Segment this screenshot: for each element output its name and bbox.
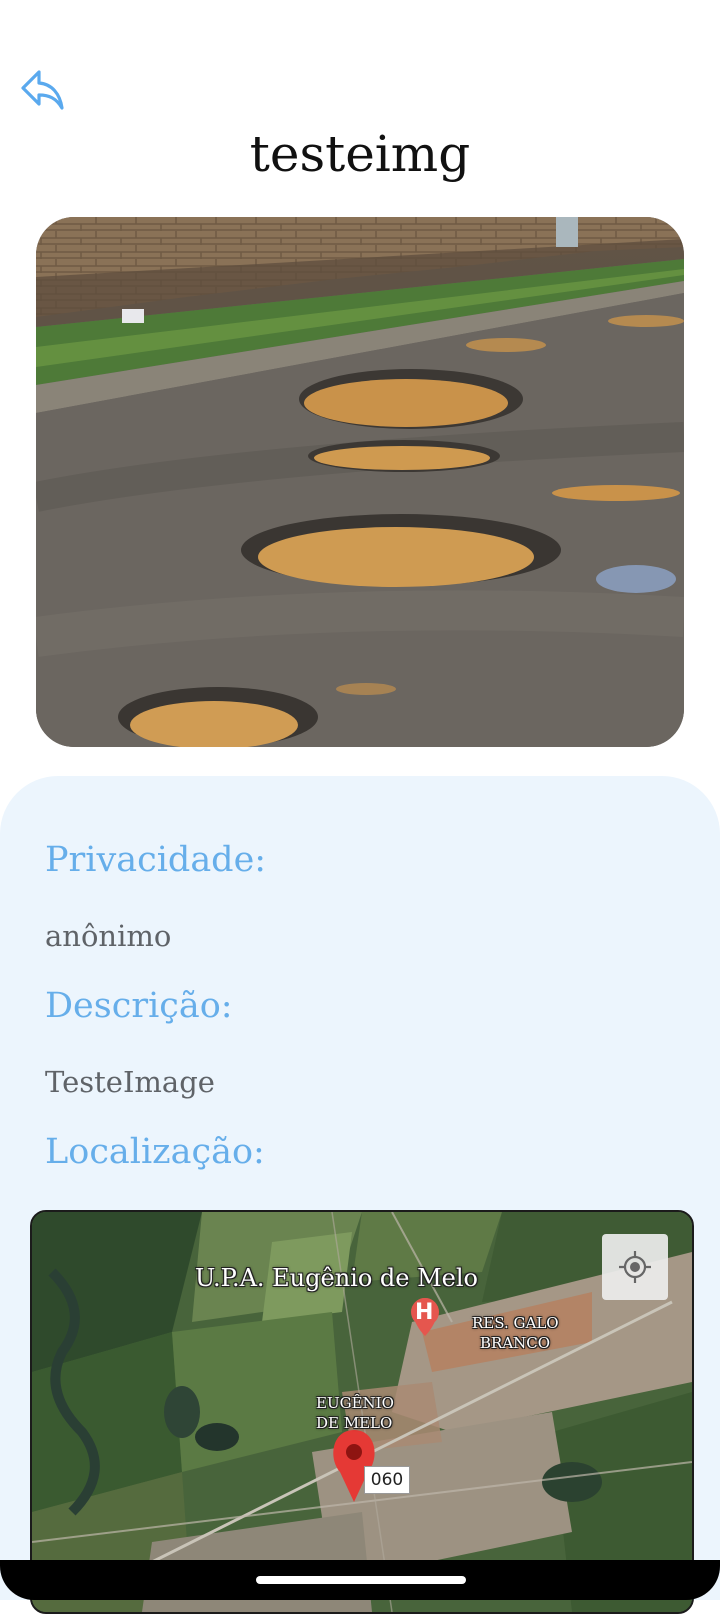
home-gesture-handle[interactable] [256,1576,466,1584]
my-location-icon [619,1251,651,1283]
privacy-label: Privacidade: [45,840,267,880]
report-photo [36,217,684,747]
area-label-eugenio-2: DE MELO [316,1414,393,1432]
my-location-button[interactable] [602,1234,668,1300]
road-number-badge: 060 [364,1466,410,1494]
area-label-eugenio-1: EUGÊNIO [316,1394,394,1412]
description-label: Descrição: [45,986,233,1026]
system-navigation-bar [0,1560,720,1600]
poi-name: U.P.A. Eugênio de Melo [195,1264,479,1292]
back-button[interactable] [14,62,70,118]
hospital-marker-letter: H [415,1300,434,1325]
description-value: TesteImage [45,1065,215,1099]
location-label: Localização: [45,1132,265,1172]
area-label-galo-branco-1: RES. GALO [472,1314,559,1332]
privacy-value: anônimo [45,919,172,953]
reply-arrow-icon [21,70,64,110]
page-title: testeimg [249,125,471,183]
area-label-galo-branco-2: BRANCO [480,1334,551,1352]
location-map[interactable]: U.P.A. Eugênio de Melo H RES. GALO BRANC… [30,1210,694,1614]
